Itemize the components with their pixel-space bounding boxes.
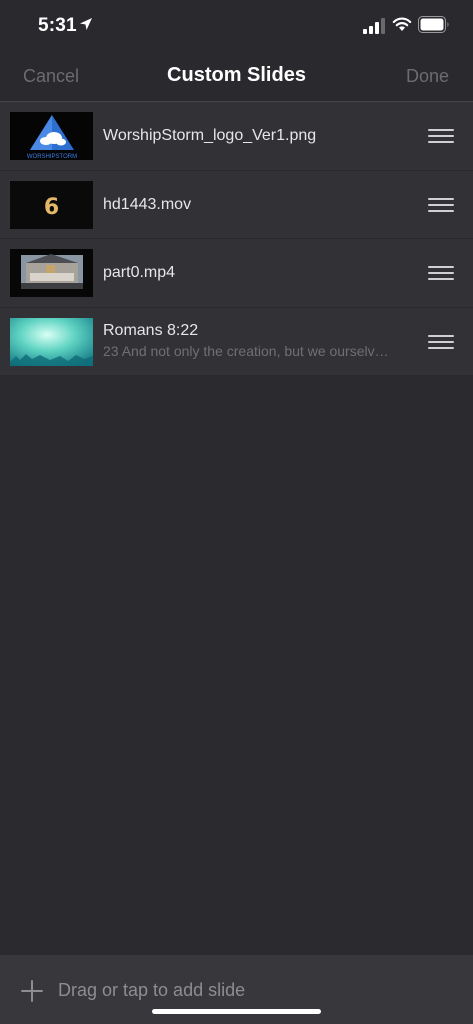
battery-icon	[418, 16, 449, 33]
wifi-icon	[392, 17, 412, 31]
slide-row[interactable]: WORSHIPSTORM WorshipStorm_logo_Ver1.png	[0, 102, 473, 171]
house-photo-image	[10, 249, 93, 297]
worshipstorm-logo-image: WORSHIPSTORM	[10, 112, 93, 160]
slide-list: WORSHIPSTORM WorshipStorm_logo_Ver1.png …	[0, 102, 473, 376]
home-indicator[interactable]	[152, 1009, 321, 1014]
slide-row[interactable]: Romans 8:22 23 And not only the creation…	[0, 307, 473, 376]
slide-row[interactable]: part0.mp4	[0, 239, 473, 308]
slide-thumbnail	[10, 317, 93, 366]
status-bar: 5:31	[0, 0, 473, 50]
countdown-number-image: 6	[10, 180, 93, 229]
cellular-signal-icon	[363, 18, 385, 34]
teal-sky-background-image	[10, 317, 93, 366]
countdown-digit: 6	[44, 195, 59, 220]
slide-title: hd1443.mov	[103, 195, 192, 213]
location-arrow-icon	[80, 18, 92, 30]
add-slide-label[interactable]: Drag or tap to add slide	[58, 980, 245, 1001]
drag-handle-icon[interactable]	[428, 266, 454, 280]
slide-title: WorshipStorm_logo_Ver1.png	[103, 127, 317, 144]
page-title: Custom Slides	[167, 64, 306, 86]
logo-text: WORSHIPSTORM	[27, 154, 77, 160]
drag-handle-icon[interactable]	[428, 197, 454, 212]
plus-icon[interactable]	[21, 980, 43, 1002]
drag-handle-icon[interactable]	[428, 129, 454, 143]
slide-thumbnail: WORSHIPSTORM	[10, 112, 93, 160]
navigation-bar: Cancel Custom Slides Done	[0, 50, 473, 102]
slide-title: Romans 8:22	[103, 321, 199, 339]
slide-thumbnail	[10, 249, 93, 297]
slide-thumbnail: 6	[10, 180, 93, 229]
drag-handle-icon[interactable]	[428, 334, 454, 349]
slide-subtitle: 23 And not only the creation, but we our…	[103, 342, 395, 359]
status-time: 5:31	[38, 15, 77, 36]
slide-row[interactable]: 6 hd1443.mov	[0, 170, 473, 239]
slide-title: part0.mp4	[103, 264, 176, 281]
done-button[interactable]: Done	[406, 66, 449, 87]
